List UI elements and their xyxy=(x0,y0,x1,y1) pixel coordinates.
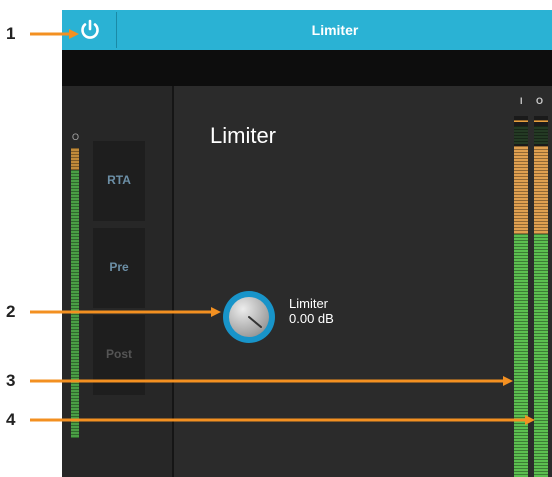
callout-4: 4 xyxy=(6,410,16,429)
callout-1: 1 xyxy=(6,24,16,43)
callout-3: 3 xyxy=(6,371,16,390)
callout-2: 2 xyxy=(6,302,16,321)
callout-arrows xyxy=(30,29,535,425)
